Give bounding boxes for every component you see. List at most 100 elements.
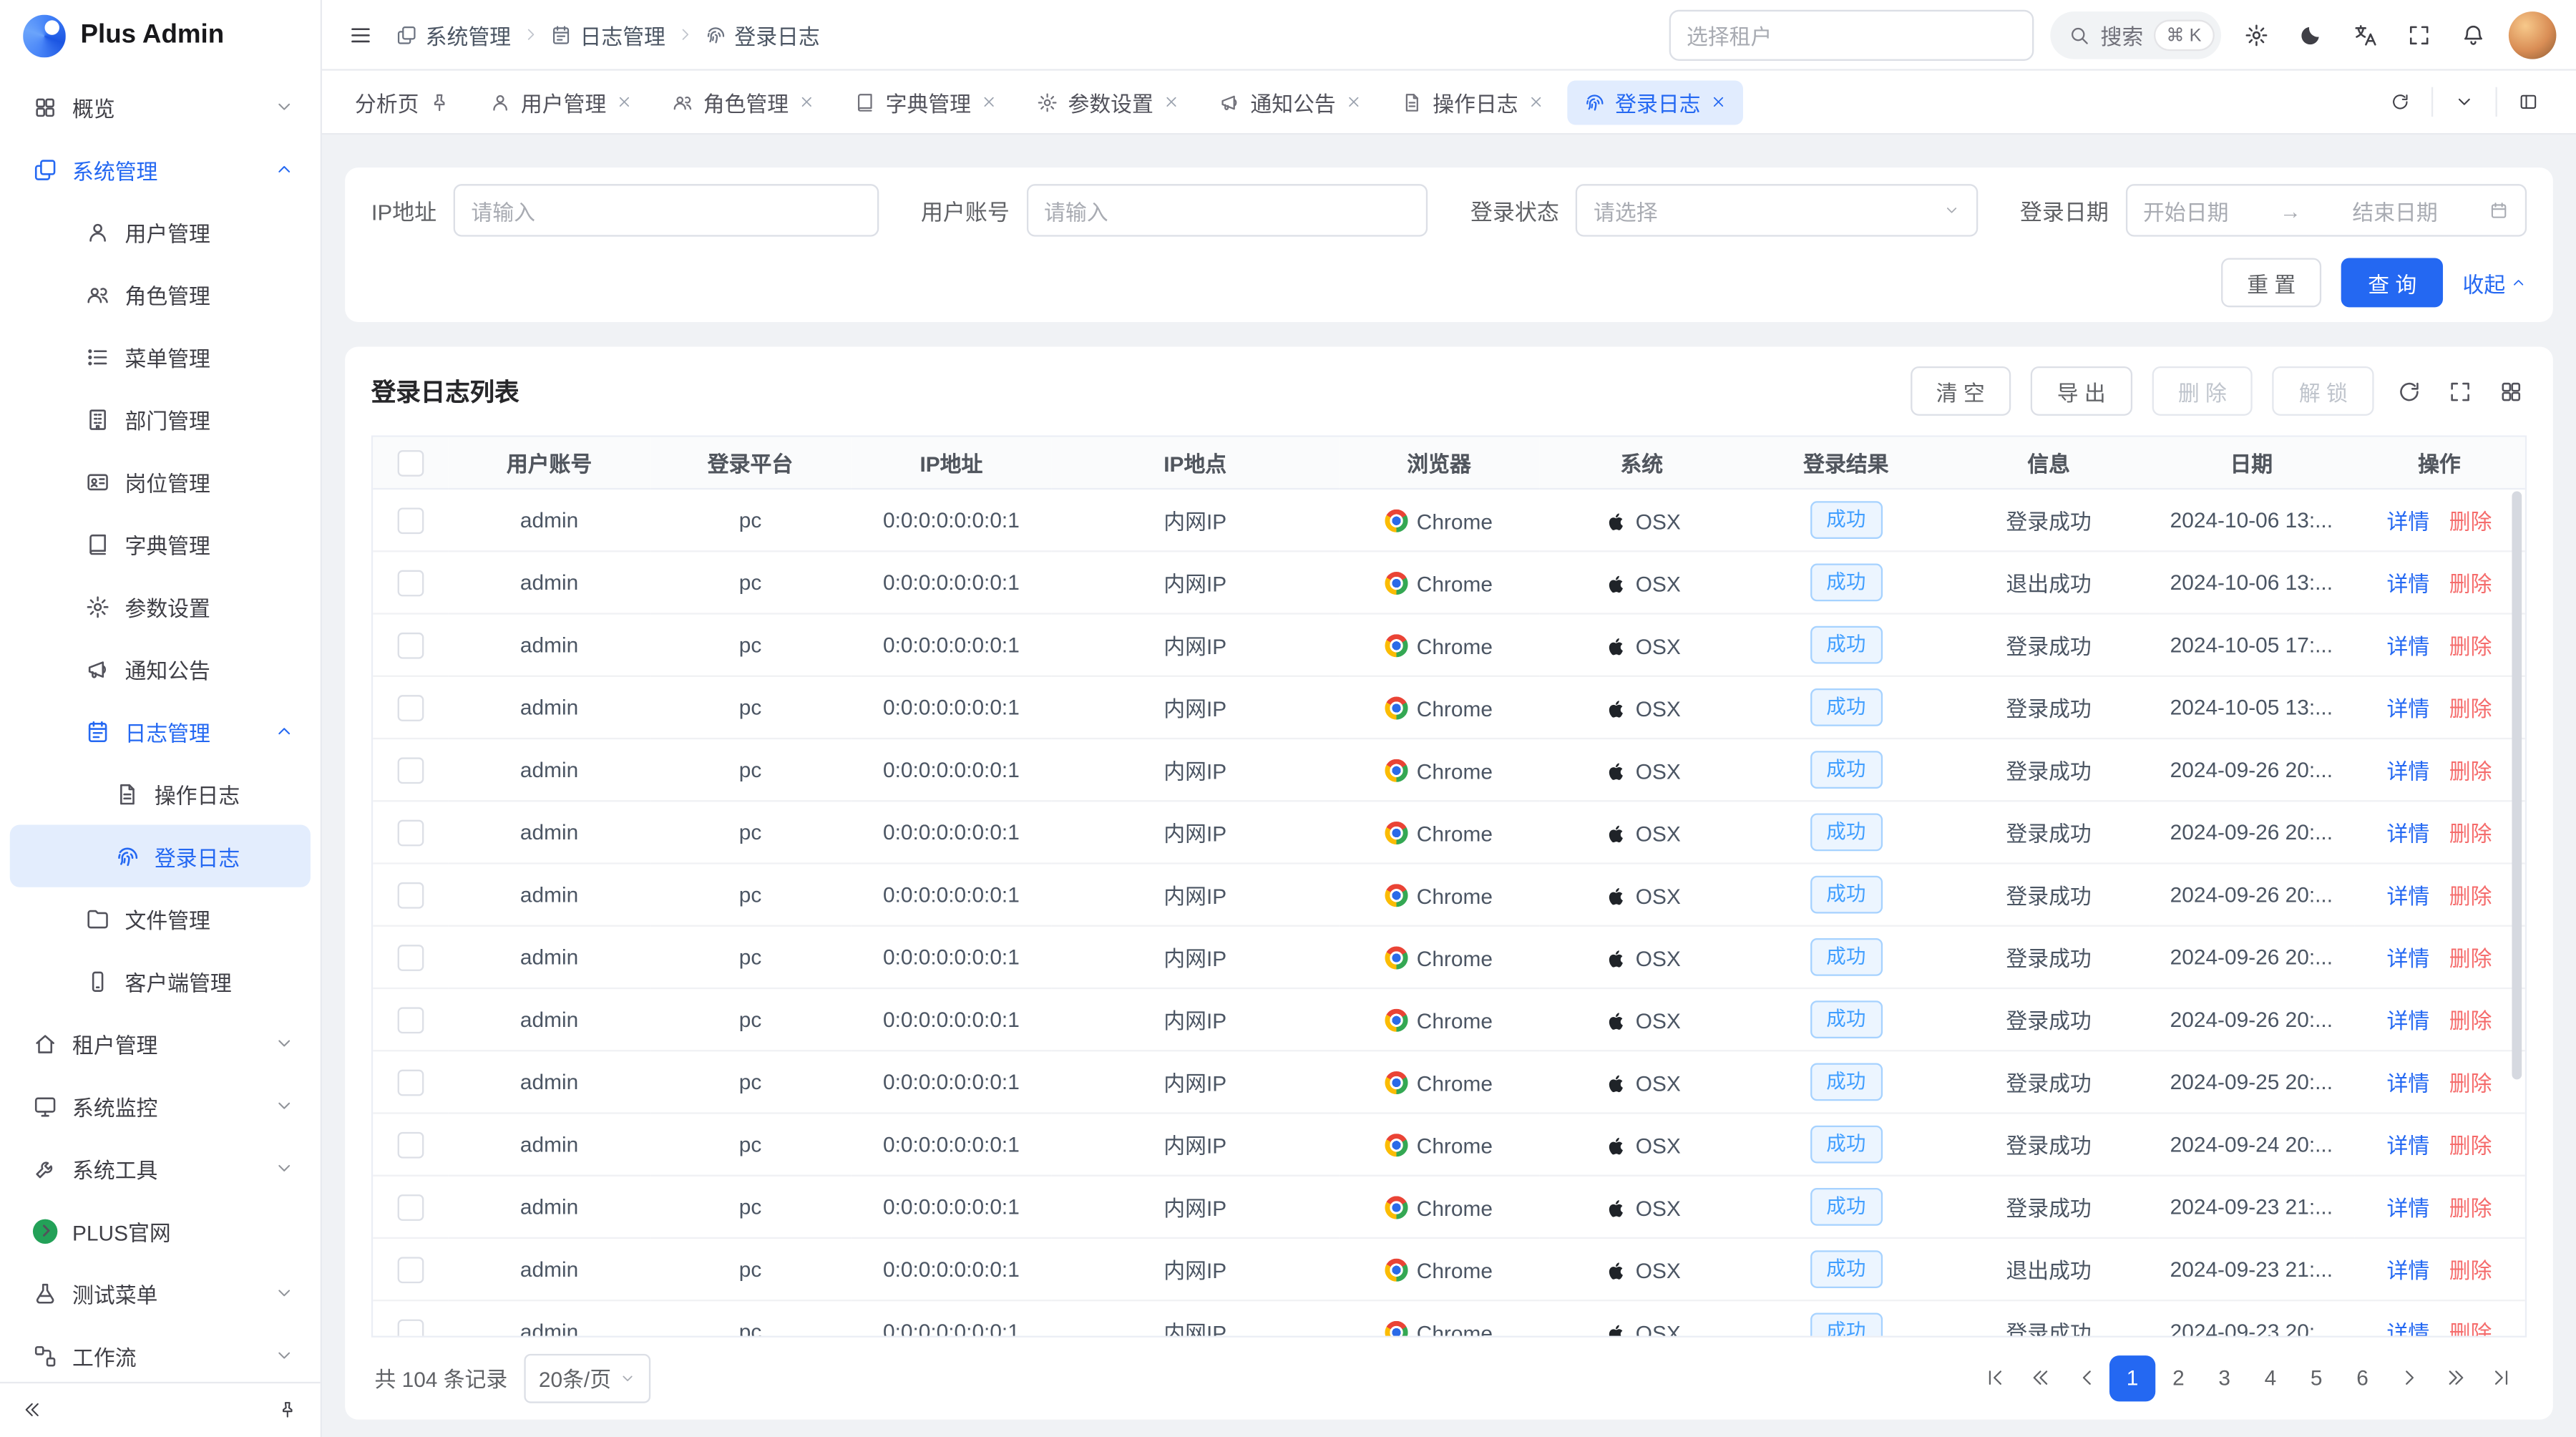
row-checkbox[interactable] [398,632,424,658]
table-fullscreen-button[interactable] [2444,376,2476,407]
language-button[interactable] [2346,16,2384,54]
delete-link[interactable]: 删除 [2449,1316,2492,1337]
page-button-2[interactable]: 2 [2155,1355,2201,1401]
sidebar-item-login-log[interactable]: 登录日志 [10,825,311,887]
pin-icon[interactable] [429,91,450,112]
jump-forward-button[interactable] [2431,1355,2477,1401]
row-checkbox[interactable] [398,695,424,721]
sidebar-item-post-management[interactable]: 岗位管理 [10,450,311,512]
sidebar-item-workflow[interactable]: 工作流 [10,1325,311,1381]
breadcrumb-item-system[interactable]: 系统管理 [396,19,511,50]
detail-link[interactable]: 详情 [2386,1192,2429,1223]
page-button-1[interactable]: 1 [2109,1355,2155,1401]
delete-link[interactable]: 删除 [2449,505,2492,536]
export-button[interactable]: 导 出 [2031,366,2132,416]
column-settings-button[interactable] [2495,376,2527,407]
detail-link[interactable]: 详情 [2386,1004,2429,1036]
tab-actions-dropdown[interactable] [2448,85,2481,118]
tab-analysis[interactable]: 分析页 [338,79,467,124]
reset-button[interactable]: 重 置 [2220,258,2321,307]
row-checkbox[interactable] [398,819,424,846]
sidebar-item-param-settings[interactable]: 参数设置 [10,575,311,638]
close-icon[interactable] [799,94,815,110]
row-checkbox[interactable] [398,882,424,908]
tab-notice[interactable]: 通知公告 [1203,79,1379,124]
avatar[interactable] [2509,11,2557,59]
detail-link[interactable]: 详情 [2386,879,2429,910]
dark-mode-button[interactable] [2292,16,2330,54]
close-icon[interactable] [1528,94,1544,110]
account-input[interactable]: 请输入 [1026,184,1428,236]
detail-link[interactable]: 详情 [2386,754,2429,786]
global-search[interactable]: 搜索 ⌘ K [2049,11,2221,59]
row-checkbox[interactable] [398,1257,424,1283]
settings-button[interactable] [2238,16,2275,54]
page-button-3[interactable]: 3 [2202,1355,2248,1401]
sidebar-item-system-management[interactable]: 系统管理 [10,138,311,200]
row-checkbox[interactable] [398,1131,424,1158]
delete-link[interactable]: 删除 [2449,1254,2492,1285]
delete-link[interactable]: 删除 [2449,567,2492,598]
delete-link[interactable]: 删除 [2449,692,2492,724]
sidebar-item-client-management[interactable]: 客户端管理 [10,950,311,1012]
detail-link[interactable]: 详情 [2386,567,2429,598]
detail-link[interactable]: 详情 [2386,817,2429,848]
row-checkbox[interactable] [398,945,424,971]
first-page-button[interactable] [1971,1355,2017,1401]
detail-link[interactable]: 详情 [2386,1316,2429,1337]
detail-link[interactable]: 详情 [2386,629,2429,661]
last-page-button[interactable] [2477,1355,2523,1401]
page-button-6[interactable]: 6 [2339,1355,2385,1401]
delete-button[interactable]: 删 除 [2152,366,2253,416]
login-date-range[interactable]: 开始日期 → 结束日期 [2125,184,2527,236]
tab-role-management[interactable]: 角色管理 [655,79,831,124]
row-checkbox[interactable] [398,1319,424,1337]
collapse-filters-link[interactable]: 收起 [2463,267,2527,298]
sidebar-item-overview[interactable]: 概览 [10,76,311,138]
tab-user-management[interactable]: 用户管理 [473,79,649,124]
detail-link[interactable]: 详情 [2386,942,2429,973]
page-button-4[interactable]: 4 [2248,1355,2293,1401]
sidebar-item-system-monitor[interactable]: 系统监控 [10,1075,311,1137]
page-size-select[interactable]: 20条/页 [524,1353,650,1403]
delete-link[interactable]: 删除 [2449,629,2492,661]
close-icon[interactable] [1346,94,1362,110]
sidebar-item-user-management[interactable]: 用户管理 [10,200,311,263]
clear-button[interactable]: 清 空 [1910,366,2011,416]
row-checkbox[interactable] [398,757,424,784]
detail-link[interactable]: 详情 [2386,1254,2429,1285]
prev-page-button[interactable] [2064,1355,2109,1401]
sidebar-item-operation-log[interactable]: 操作日志 [10,762,311,824]
row-checkbox[interactable] [398,570,424,596]
sidebar-item-test-menu[interactable]: 测试菜单 [10,1262,311,1324]
next-page-button[interactable] [2386,1355,2431,1401]
breadcrumb-item-login-log[interactable]: 登录日志 [705,19,820,50]
tab-operation-log[interactable]: 操作日志 [1385,79,1561,124]
close-icon[interactable] [981,94,997,110]
detail-link[interactable]: 详情 [2386,1066,2429,1098]
close-icon[interactable] [1710,94,1727,110]
sidebar-item-notice[interactable]: 通知公告 [10,638,311,700]
breadcrumb-item-log[interactable]: 日志管理 [550,19,665,50]
jump-back-button[interactable] [2017,1355,2063,1401]
toggle-sidebar-button[interactable] [342,16,380,54]
row-checkbox[interactable] [398,1007,424,1033]
sidebar-item-menu-management[interactable]: 菜单管理 [10,326,311,388]
sidebar-item-role-management[interactable]: 角色管理 [10,263,311,325]
table-scrollbar[interactable] [2512,491,2522,1079]
fullscreen-button[interactable] [2400,16,2438,54]
select-all-checkbox[interactable] [398,450,424,477]
delete-link[interactable]: 删除 [2449,1066,2492,1098]
query-button[interactable]: 查 询 [2342,258,2443,307]
unlock-button[interactable]: 解 锁 [2273,366,2373,416]
login-status-select[interactable]: 请选择 [1576,184,1977,236]
pin-sidebar-button[interactable] [271,1393,304,1426]
sidebar-item-dept-management[interactable]: 部门管理 [10,388,311,450]
delete-link[interactable]: 删除 [2449,754,2492,786]
sidebar-item-file-management[interactable]: 文件管理 [10,887,311,950]
ip-input[interactable]: 请输入 [453,184,878,236]
sidebar-item-log-management[interactable]: 日志管理 [10,700,311,762]
row-checkbox[interactable] [398,1069,424,1096]
delete-link[interactable]: 删除 [2449,1004,2492,1036]
delete-link[interactable]: 删除 [2449,1129,2492,1160]
